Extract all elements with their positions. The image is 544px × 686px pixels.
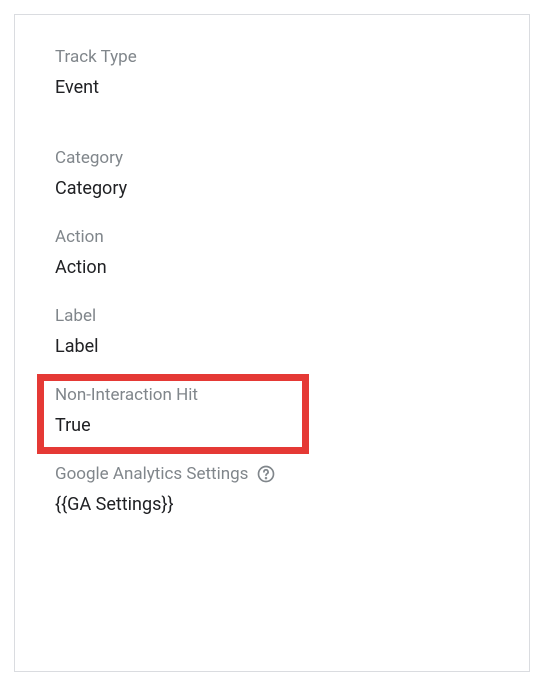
- field-action[interactable]: Action Action: [55, 227, 489, 278]
- field-value-action: Action: [55, 257, 489, 278]
- field-value-category: Category: [55, 178, 489, 199]
- field-label-label: Label: [55, 306, 489, 326]
- field-value-ga-settings: {{GA Settings}}: [55, 494, 489, 515]
- tag-config-card: Track Type Event Category Category Actio…: [14, 14, 530, 672]
- field-label-track-type: Track Type: [55, 47, 489, 67]
- help-icon[interactable]: [256, 464, 276, 484]
- field-label-action: Action: [55, 227, 489, 247]
- field-label-ga-settings: Google Analytics Settings: [55, 464, 489, 484]
- field-category[interactable]: Category Category: [55, 148, 489, 199]
- field-label-category: Category: [55, 148, 489, 168]
- field-non-interaction[interactable]: Non-Interaction Hit True: [55, 385, 489, 436]
- field-label-ga-settings-text: Google Analytics Settings: [55, 464, 248, 484]
- field-value-label: Label: [55, 336, 489, 357]
- field-value-non-interaction: True: [55, 415, 489, 436]
- field-track-type[interactable]: Track Type Event: [55, 47, 489, 98]
- field-label-non-interaction: Non-Interaction Hit: [55, 385, 489, 405]
- field-label-field[interactable]: Label Label: [55, 306, 489, 357]
- field-ga-settings[interactable]: Google Analytics Settings {{GA Settings}…: [55, 464, 489, 515]
- field-value-track-type: Event: [55, 77, 489, 98]
